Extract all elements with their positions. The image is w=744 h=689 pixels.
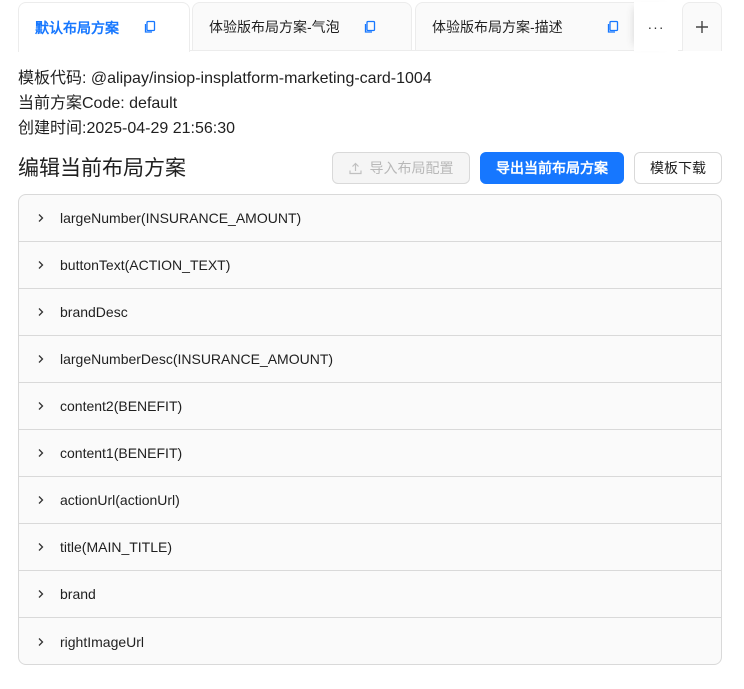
chevron-right-icon bbox=[38, 543, 44, 551]
template-code: 模板代码: @alipay/insiop-insplatform-marketi… bbox=[18, 70, 432, 87]
collapse-panel[interactable]: title(MAIN_TITLE) bbox=[19, 524, 721, 571]
panel-title: largeNumber(INSURANCE_AMOUNT) bbox=[60, 210, 302, 226]
collapse-panel[interactable]: actionUrl(actionUrl) bbox=[19, 477, 721, 524]
collapse-panel[interactable]: buttonText(ACTION_TEXT) bbox=[19, 242, 721, 289]
add-tab-button[interactable] bbox=[682, 2, 722, 51]
layout-collapse: largeNumber(INSURANCE_AMOUNT) buttonText(… bbox=[18, 194, 722, 665]
chevron-right-icon bbox=[38, 496, 44, 504]
panel-title: brand bbox=[60, 586, 96, 602]
chevron-right-icon bbox=[38, 637, 44, 646]
copy-icon[interactable] bbox=[143, 20, 157, 34]
chevron-right-icon bbox=[38, 308, 44, 316]
panel-title: rightImageUrl bbox=[60, 633, 145, 650]
ellipsis-icon: ··· bbox=[647, 18, 665, 35]
scheme-code: 当前方案Code: default bbox=[18, 95, 178, 112]
panel-title: content1(BENEFIT) bbox=[60, 445, 183, 461]
export-layout-button[interactable]: 导出当前布局方案 bbox=[480, 152, 624, 184]
section-title: 编辑当前布局方案 bbox=[18, 157, 186, 180]
tab-bar: 默认布局方案 体验版布局方案-气泡 体验版布局方案-描述 ··· bbox=[18, 2, 722, 52]
panel-title: brandDesc bbox=[60, 304, 128, 320]
collapse-panel[interactable]: content1(BENEFIT) bbox=[19, 430, 721, 477]
import-label: 导入布局配置 bbox=[369, 160, 454, 176]
collapse-panel[interactable]: content2(BENEFIT) bbox=[19, 383, 721, 430]
panel-title: title(MAIN_TITLE) bbox=[60, 539, 173, 555]
panel-title: largeNumberDesc(INSURANCE_AMOUNT) bbox=[60, 351, 334, 367]
panel-title: content2(BENEFIT) bbox=[60, 398, 183, 414]
chevron-right-icon bbox=[38, 449, 44, 457]
tab-default-layout[interactable]: 默认布局方案 bbox=[18, 2, 190, 52]
panel-title: buttonText(ACTION_TEXT) bbox=[60, 257, 231, 273]
chevron-right-icon bbox=[38, 355, 44, 363]
copy-icon[interactable] bbox=[363, 20, 377, 34]
tab-trial-desc[interactable]: 体验版布局方案-描述 bbox=[415, 2, 655, 51]
template-download-button[interactable]: 模板下载 bbox=[634, 152, 722, 184]
more-tabs-button[interactable]: ··· bbox=[634, 2, 678, 51]
collapse-panel[interactable]: brand bbox=[19, 571, 721, 618]
chevron-right-icon bbox=[38, 402, 44, 410]
tab-label: 默认布局方案 bbox=[35, 19, 119, 36]
collapse-panel[interactable]: brandDesc bbox=[19, 289, 721, 336]
collapse-panel[interactable]: rightImageUrl bbox=[19, 618, 721, 664]
panel-title: actionUrl(actionUrl) bbox=[60, 492, 180, 508]
collapse-panel[interactable]: largeNumber(INSURANCE_AMOUNT) bbox=[19, 195, 721, 242]
created-time: 创建时间:2025-04-29 21:56:30 bbox=[18, 120, 236, 137]
upload-icon bbox=[348, 162, 362, 174]
tab-label: 体验版布局方案-气泡 bbox=[209, 19, 340, 35]
copy-icon[interactable] bbox=[606, 20, 620, 34]
chevron-right-icon bbox=[38, 590, 44, 598]
tab-trial-bubble[interactable]: 体验版布局方案-气泡 bbox=[192, 2, 412, 51]
plus-icon bbox=[696, 21, 708, 33]
chevron-right-icon bbox=[38, 261, 44, 269]
import-layout-button[interactable]: 导入布局配置 bbox=[332, 152, 470, 184]
chevron-right-icon bbox=[38, 214, 44, 222]
tab-label: 体验版布局方案-描述 bbox=[432, 19, 563, 35]
collapse-panel[interactable]: largeNumberDesc(INSURANCE_AMOUNT) bbox=[19, 336, 721, 383]
